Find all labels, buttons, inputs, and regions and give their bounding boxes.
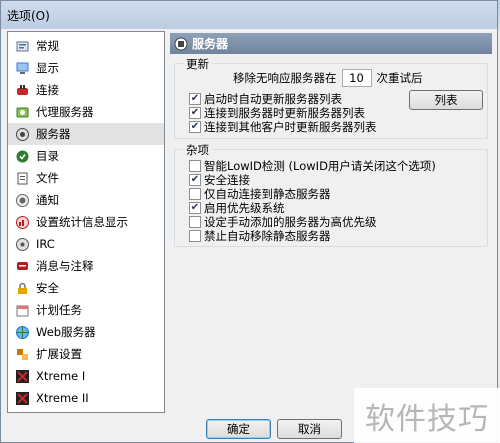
sidebar-item[interactable]: 设置统计信息显示 [8, 211, 164, 233]
xtreme-icon [15, 391, 30, 406]
connection-icon [15, 83, 30, 98]
sidebar-item[interactable]: 目录 [8, 145, 164, 167]
irc-icon [15, 237, 30, 252]
option-label: 连接到其他客户时更新服务器列表 [204, 120, 377, 134]
sidebar-item-label: 安全 [36, 281, 59, 295]
sidebar-item-label: 扩展设置 [36, 347, 82, 361]
sidebar-item-label: 目录 [36, 149, 59, 163]
ok-button[interactable]: 确定 [206, 419, 271, 439]
retry-prefix-label: 移除无响应服务器在 [233, 71, 337, 85]
sidebar-item-label: 服务器 [36, 127, 71, 141]
sidebar-item-label: 显示 [36, 61, 59, 75]
sidebar-item-label: 常规 [36, 39, 59, 53]
sidebar-item[interactable]: 服务器 [8, 123, 164, 145]
panel-header: 服务器 [170, 33, 492, 54]
sidebar-item-label: Xtreme I [36, 369, 86, 383]
option-checkbox[interactable]: ✔ [189, 174, 201, 186]
sidebar-item[interactable]: 扩展设置 [8, 343, 164, 365]
extended-icon [15, 347, 30, 362]
stats-icon [15, 215, 30, 230]
sidebar-item[interactable]: 常规 [8, 35, 164, 57]
option-label: 禁止自动移除静态服务器 [204, 229, 331, 243]
server-icon [15, 127, 30, 142]
sidebar-item-label: 代理服务器 [36, 105, 94, 119]
option-checkbox[interactable]: ✔ [189, 93, 201, 105]
xtreme-icon [15, 369, 30, 384]
server-icon [174, 37, 188, 51]
sidebar-item[interactable]: Xtreme II [8, 387, 164, 409]
sidebar-item-label: 设置统计信息显示 [36, 215, 128, 229]
server-list-button[interactable]: 列表 [409, 90, 483, 110]
options-nav-list[interactable]: 常规显示连接代理服务器服务器目录文件通知设置统计信息显示 IRC 消息与注释安全计划… [7, 31, 165, 413]
retry-row: 移除无响应服务器在 10 次重试后 [233, 69, 423, 87]
general-icon [15, 39, 30, 54]
options-dialog: 选项(O) 常规 显示 连接 代理服务器 服务器 目录 文件 通知 设置统计信息显示 IRC 消息与… [0, 0, 498, 443]
watermark-text: 软件技巧 [354, 388, 500, 443]
scheduler-icon [15, 303, 30, 318]
sidebar-item[interactable]: 计划任务 [8, 299, 164, 321]
notify-icon [15, 193, 30, 208]
display-icon [15, 61, 30, 76]
option-checkbox[interactable]: ✔ [189, 202, 201, 214]
misc-group-title: 杂项 [183, 142, 212, 158]
option-checkbox[interactable]: ✔ [189, 107, 201, 119]
files-icon [15, 171, 30, 186]
sidebar-item-label: 计划任务 [36, 303, 82, 317]
sidebar-item[interactable]: 消息与注释 [8, 255, 164, 277]
retry-suffix-label: 次重试后 [376, 71, 423, 85]
cancel-button[interactable]: 取消 [277, 419, 342, 439]
option-checkbox[interactable] [189, 230, 201, 242]
option-row[interactable]: ✔ 连接到其他客户时更新服务器列表 [189, 119, 377, 135]
proxy-icon [15, 105, 30, 120]
security-icon [15, 281, 30, 296]
misc-group: 杂项 智能LowID检测 (LowID用户请关闭这个选项) ✔ 安全连接 仅自动连接到… [174, 142, 488, 247]
option-checkbox[interactable] [189, 216, 201, 228]
messages-icon [15, 259, 30, 274]
sidebar-item-label: 连接 [36, 83, 59, 97]
server-settings-panel: 服务器 更新 移除无响应服务器在 10 次重试后 ✔ 启动时自动更新服务器列表 ✔ 连… [170, 31, 492, 413]
sidebar-item-label: 通知 [36, 193, 59, 207]
retry-count-input[interactable]: 10 [341, 69, 372, 87]
directory-icon [15, 149, 30, 164]
sidebar-item[interactable]: Xtreme I [8, 365, 164, 387]
sidebar-item-label: Xtreme II [36, 391, 89, 405]
sidebar-item[interactable]: 显示 [8, 57, 164, 79]
option-row[interactable]: 禁止自动移除静态服务器 [189, 228, 331, 244]
web-icon [15, 325, 30, 340]
sidebar-item-label: 文件 [36, 171, 59, 185]
option-checkbox[interactable]: ✔ [189, 121, 201, 133]
sidebar-item-label: IRC [36, 237, 55, 251]
update-group: 更新 移除无响应服务器在 10 次重试后 ✔ 启动时自动更新服务器列表 ✔ 连接到服务… [174, 56, 488, 139]
sidebar-item[interactable]: 文件 [8, 167, 164, 189]
update-group-title: 更新 [183, 56, 212, 72]
sidebar-item-label: Web服务器 [36, 325, 96, 339]
sidebar-item[interactable]: 代理服务器 [8, 101, 164, 123]
option-checkbox[interactable] [189, 160, 201, 172]
sidebar-item[interactable]: IRC [8, 233, 164, 255]
panel-title: 服务器 [192, 37, 229, 51]
sidebar-item[interactable]: 安全 [8, 277, 164, 299]
sidebar-item[interactable]: Web服务器 [8, 321, 164, 343]
option-checkbox[interactable] [189, 188, 201, 200]
sidebar-item[interactable]: 通知 [8, 189, 164, 211]
sidebar-item[interactable]: 连接 [8, 79, 164, 101]
sidebar-item-label: 消息与注释 [36, 259, 94, 273]
dialog-title: 选项(O) [1, 1, 497, 29]
